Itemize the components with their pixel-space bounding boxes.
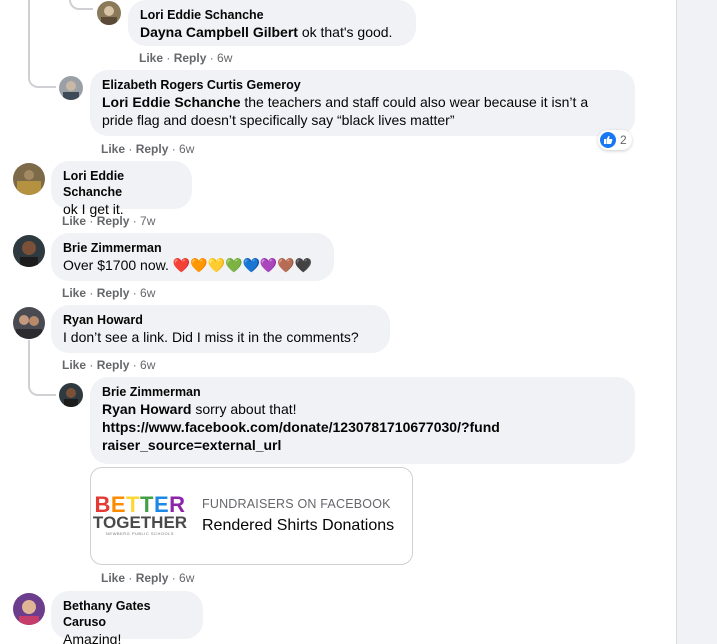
like-button[interactable]: Like (62, 214, 86, 228)
reply-button[interactable]: Reply (97, 286, 130, 300)
logo-line-3: NEWBERG PUBLIC SCHOOLS (106, 531, 174, 536)
thread-line (28, 0, 30, 70)
comment-body: sorry about that! (191, 401, 297, 417)
logo-line-1: BETTER (94, 492, 186, 517)
comment-author[interactable]: Ryan Howard (63, 312, 378, 328)
card-source: FUNDRAISERS ON FACEBOOK (202, 497, 391, 511)
comment-age[interactable]: 6w (140, 286, 155, 300)
avatar[interactable] (59, 76, 83, 100)
comment-text: Dayna Campbell Gilbert ok that's good. (140, 23, 404, 41)
comment-bubble: Lori Eddie Schanche Dayna Campbell Gilbe… (128, 0, 416, 46)
donate-link[interactable]: https://www.facebook.com/donate/12307817… (102, 418, 502, 454)
comment-bubble: Brie Zimmerman Over $1700 now. ❤️🧡💛💚💙💜🤎🖤 (51, 233, 334, 281)
comment-age[interactable]: 6w (179, 142, 194, 156)
better-together-logo: BETTER TOGETHER NEWBERG PUBLIC SCHOOLS (91, 468, 189, 564)
comment-actions: Like · Reply · 6w (62, 286, 156, 300)
thread-elbow (28, 380, 56, 396)
comment-bubble: Elizabeth Rogers Curtis Gemeroy Lori Edd… (90, 70, 635, 136)
like-button[interactable]: Like (139, 51, 163, 65)
comment-bubble: Bethany Gates Caruso Amazing! (51, 591, 203, 644)
reaction-count[interactable]: 2 (598, 130, 632, 150)
comment-author[interactable]: Lori Eddie Schanche (140, 7, 404, 23)
comment-text: Over $1700 now. ❤️🧡💛💚💙💜🤎🖤 (63, 256, 322, 274)
heart-emojis: ❤️🧡💛💚💙💜🤎🖤 (172, 257, 313, 273)
like-reaction-icon (600, 132, 616, 148)
avatar[interactable] (13, 163, 45, 195)
comment-text: Lori Eddie Schanche the teachers and sta… (102, 93, 623, 129)
card-title[interactable]: Rendered Shirts Donations (202, 517, 394, 535)
comment-author[interactable]: Lori Eddie Schanche (63, 168, 180, 200)
reply-button[interactable]: Reply (174, 51, 207, 65)
comment-author[interactable]: Elizabeth Rogers Curtis Gemeroy (102, 77, 623, 93)
thread-elbow (69, 0, 93, 10)
thread-elbow (28, 70, 56, 88)
reply-button[interactable]: Reply (136, 571, 169, 585)
mention[interactable]: Dayna Campbell Gilbert (140, 24, 298, 40)
avatar[interactable] (13, 235, 45, 267)
avatar[interactable] (59, 383, 83, 407)
reaction-number: 2 (620, 133, 627, 147)
avatar[interactable] (97, 1, 121, 25)
comment-text: Ryan Howard sorry about that! (102, 400, 623, 418)
comment-author[interactable]: Brie Zimmerman (102, 384, 623, 400)
comment-bubble: Ryan Howard I don’t see a link. Did I mi… (51, 305, 390, 353)
like-button[interactable]: Like (101, 571, 125, 585)
reply-button[interactable]: Reply (136, 142, 169, 156)
like-button[interactable]: Like (62, 286, 86, 300)
fundraiser-card[interactable]: BETTER TOGETHER NEWBERG PUBLIC SCHOOLS F… (90, 467, 413, 565)
comment-bubble: Lori Eddie Schanche ok I get it. (51, 161, 192, 217)
mention[interactable]: Ryan Howard (102, 401, 191, 417)
reply-button[interactable]: Reply (97, 214, 130, 228)
comment-actions: Like · Reply · 7w (62, 214, 156, 228)
comment-actions: Like · Reply · 6w (101, 571, 195, 585)
right-panel (676, 0, 717, 644)
comment-body: ok that's good. (297, 24, 393, 40)
comment-text: I don’t see a link. Did I miss it in the… (63, 329, 359, 345)
comment-text: Amazing! (63, 631, 122, 644)
comment-age[interactable]: 6w (217, 51, 232, 65)
comment-age[interactable]: 6w (140, 358, 155, 372)
avatar[interactable] (13, 593, 45, 625)
comment-body: Over $1700 now. (63, 257, 173, 273)
comment-author[interactable]: Brie Zimmerman (63, 240, 322, 256)
reply-button[interactable]: Reply (97, 358, 130, 372)
comment-age[interactable]: 7w (140, 214, 155, 228)
mention[interactable]: Lori Eddie Schanche (102, 94, 240, 110)
comment-actions: Like · Reply · 6w (101, 142, 195, 156)
logo-line-2: TOGETHER (92, 513, 188, 532)
comment-actions: Like · Reply · 6w (139, 51, 233, 65)
like-button[interactable]: Like (101, 142, 125, 156)
like-button[interactable]: Like (62, 358, 86, 372)
avatar[interactable] (13, 307, 45, 339)
comment-bubble: Brie Zimmerman Ryan Howard sorry about t… (90, 377, 635, 464)
comment-actions: Like · Reply · 6w (62, 358, 156, 372)
comment-author[interactable]: Bethany Gates Caruso (63, 598, 191, 630)
thread-line (28, 340, 30, 380)
comment-age[interactable]: 6w (179, 571, 194, 585)
